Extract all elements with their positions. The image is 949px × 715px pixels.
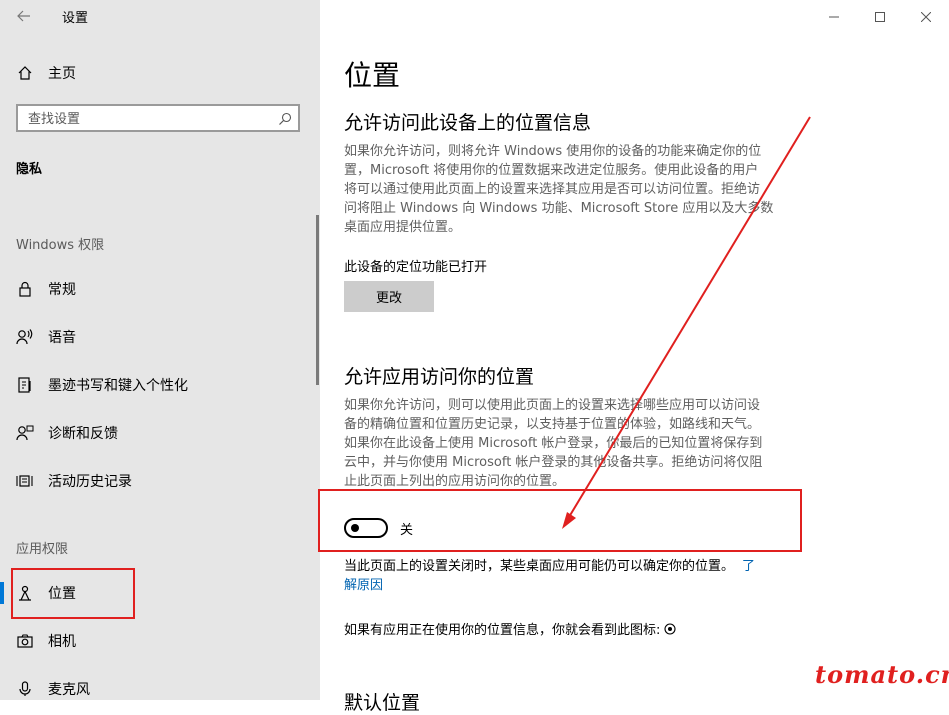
home-icon <box>16 64 34 82</box>
maximize-button[interactable] <box>857 0 903 32</box>
sidebar-item-activity-history[interactable]: 活动历史记录 <box>0 461 320 501</box>
note-text: 当此页面上的设置关闭时，某些桌面应用可能仍可以确定你的位置。 <box>344 559 735 574</box>
annotation-box-location <box>11 568 135 619</box>
sidebar-item-diagnostics[interactable]: 诊断和反馈 <box>0 413 320 453</box>
description-line: 问将阻止 Windows 向 Windows 功能、Microsoft Stor… <box>344 201 774 216</box>
sidebar: 设置 主页 隐私 Windows 权限 常规 语音 墨迹书写和键入个性化 <box>0 0 320 700</box>
device-location-status: 此设备的定位功能已打开 <box>344 260 488 275</box>
sidebar-item-speech[interactable]: 语音 <box>0 317 320 357</box>
icon-note-text: 如果有应用正在使用你的位置信息，你就会看到此图标: <box>344 623 661 638</box>
privacy-heading: 隐私 <box>16 162 43 177</box>
sidebar-item-label: 常规 <box>48 282 76 298</box>
learn-why-link[interactable]: 解原因 <box>344 578 383 593</box>
sidebar-item-label: 相机 <box>48 634 76 650</box>
search-input[interactable] <box>26 109 270 129</box>
sidebar-item-label: 麦克风 <box>48 682 90 698</box>
description-line: 如果你允许访问，则可以使用此页面上的设置来选择哪些应用可以访问设 <box>344 398 761 413</box>
description-line: 如果你允许访问，则将允许 Windows 使用你的设备的功能来确定你的位 <box>344 144 762 159</box>
description-line: 云中，并与你使用 Microsoft 帐户登录的其他设备共享。拒绝访问将仅阻 <box>344 455 763 470</box>
description-line: 置，Microsoft 将使用你的位置数据来改进定位服务。使用此设备的用户 <box>344 163 759 178</box>
device-location-description: 如果你允许访问，则将允许 Windows 使用你的设备的功能来确定你的位 置，M… <box>344 142 796 237</box>
change-button[interactable]: 更改 <box>344 281 434 312</box>
minimize-icon <box>829 7 839 26</box>
app-location-description: 如果你允许访问，则可以使用此页面上的设置来选择哪些应用可以访问设 备的精确位置和… <box>344 396 796 491</box>
speech-icon <box>16 328 34 346</box>
section-heading-device-location: 允许访问此设备上的位置信息 <box>344 112 592 134</box>
pen-icon <box>16 376 34 394</box>
feedback-icon <box>16 424 34 442</box>
watermark: tomato.cm <box>815 660 949 689</box>
sidebar-item-label: 语音 <box>48 330 76 346</box>
history-icon <box>16 472 34 490</box>
title-bar: 设置 <box>0 0 320 32</box>
desktop-apps-note: 当此页面上的设置关闭时，某些桌面应用可能仍可以确定你的位置。了 解原因 <box>344 557 796 595</box>
description-line: 如果你在此设备上使用 Microsoft 帐户登录，你最后的已知位置将保存到 <box>344 436 763 451</box>
window-controls <box>811 0 949 32</box>
app-permissions-heading: 应用权限 <box>16 542 69 557</box>
close-button[interactable] <box>903 0 949 32</box>
page-title: 位置 <box>344 59 401 92</box>
sidebar-item-camera[interactable]: 相机 <box>0 621 320 661</box>
sidebar-item-label: 墨迹书写和键入个性化 <box>48 378 188 394</box>
close-icon <box>920 7 932 26</box>
sidebar-item-label: 活动历史记录 <box>48 474 132 490</box>
maximize-icon <box>875 7 885 26</box>
description-line: 备的精确位置和位置历史记录，以支持基于位置的体验，如路线和天气。 <box>344 417 761 432</box>
sidebar-item-microphone[interactable]: 麦克风 <box>0 669 320 709</box>
sidebar-item-label: 主页 <box>48 66 76 82</box>
description-line: 将可以通过使用此页面上的设置来选择其应用是否可以访问位置。拒绝访 <box>344 182 761 197</box>
section-heading-app-location: 允许应用访问你的位置 <box>344 366 535 388</box>
search-icon[interactable] <box>278 111 292 125</box>
sidebar-item-label: 诊断和反馈 <box>48 426 118 442</box>
section-heading-default-location: 默认位置 <box>344 692 421 714</box>
app-title: 设置 <box>62 11 89 26</box>
location-in-use-icon <box>664 622 676 635</box>
search-box[interactable] <box>16 104 300 132</box>
microphone-icon <box>16 680 34 698</box>
location-in-use-note: 如果有应用正在使用你的位置信息，你就会看到此图标: <box>344 619 676 638</box>
camera-icon <box>16 632 34 650</box>
sidebar-item-inking[interactable]: 墨迹书写和键入个性化 <box>0 365 320 405</box>
annotation-box-toggle <box>318 489 802 552</box>
sidebar-item-general[interactable]: 常规 <box>0 269 320 309</box>
back-arrow-icon[interactable] <box>14 6 34 26</box>
sidebar-item-home[interactable]: 主页 <box>0 53 320 93</box>
lock-icon <box>16 280 34 298</box>
windows-permissions-heading: Windows 权限 <box>16 238 105 253</box>
description-line: 桌面应用提供位置。 <box>344 220 462 235</box>
sidebar-scrollbar[interactable] <box>316 215 319 385</box>
learn-why-link-part1[interactable]: 了 <box>742 559 755 574</box>
minimize-button[interactable] <box>811 0 857 32</box>
